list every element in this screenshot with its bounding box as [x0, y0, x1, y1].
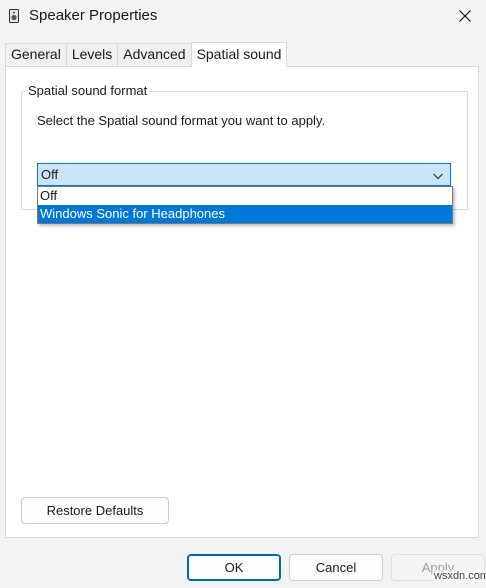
- chevron-down-icon: [432, 169, 444, 181]
- tab-levels[interactable]: Levels: [65, 43, 119, 66]
- restore-defaults-button[interactable]: Restore Defaults: [21, 497, 169, 524]
- title-bar: Speaker Properties: [0, 0, 486, 34]
- tab-general[interactable]: General: [5, 43, 67, 66]
- option-off[interactable]: Off: [38, 187, 452, 205]
- tab-advanced[interactable]: Advanced: [117, 43, 192, 66]
- close-icon: [459, 10, 471, 22]
- option-windows-sonic[interactable]: Windows Sonic for Headphones: [38, 205, 452, 223]
- speaker-icon: [9, 9, 19, 23]
- watermark: wsxdn.com: [432, 570, 486, 582]
- speaker-properties-dialog: Speaker Properties General Levels Advanc…: [0, 0, 486, 588]
- spatial-format-dropdown-list: Off Windows Sonic for Headphones: [37, 186, 453, 224]
- spatial-format-combobox[interactable]: Off: [37, 163, 451, 186]
- cancel-button[interactable]: Cancel: [289, 554, 383, 581]
- ok-button[interactable]: OK: [187, 554, 281, 581]
- instruction-text: Select the Spatial sound format you want…: [37, 113, 326, 128]
- window-title: Speaker Properties: [29, 7, 158, 24]
- group-label: Spatial sound format: [26, 83, 150, 98]
- combobox-value: Off: [41, 167, 59, 182]
- tab-spatial-sound[interactable]: Spatial sound: [190, 42, 288, 67]
- tab-strip: General Levels Advanced Spatial sound: [5, 42, 288, 67]
- close-button[interactable]: [450, 2, 480, 30]
